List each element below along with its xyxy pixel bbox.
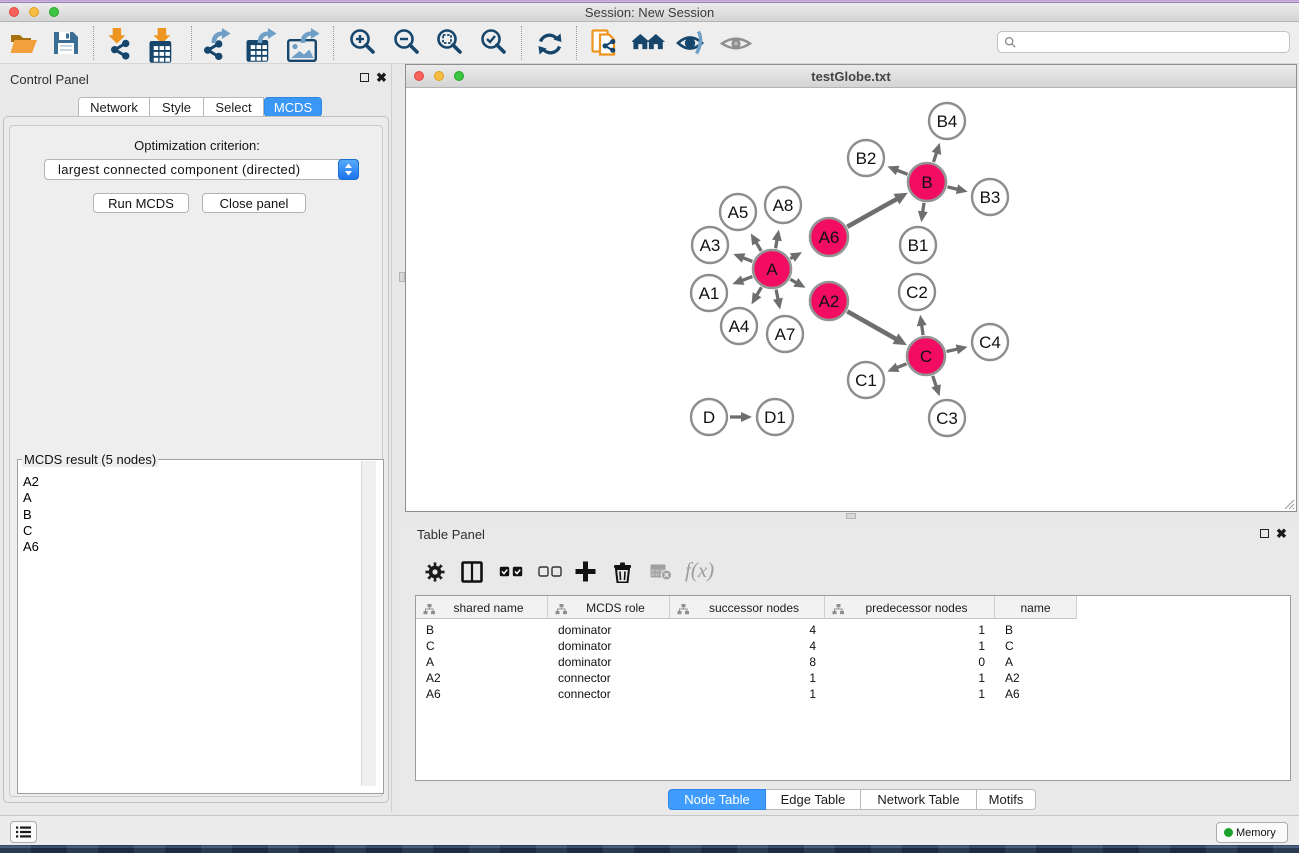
svg-text:A: A [766,260,778,279]
svg-text:A3: A3 [700,236,721,255]
svg-text:A4: A4 [729,317,750,336]
svg-text:A6: A6 [819,228,840,247]
svg-text:C: C [920,347,932,366]
svg-text:A5: A5 [728,203,749,222]
svg-text:A7: A7 [775,325,796,344]
svg-text:C1: C1 [855,371,877,390]
svg-text:C3: C3 [936,409,958,428]
svg-text:A8: A8 [773,196,794,215]
svg-text:B3: B3 [980,188,1001,207]
svg-text:B2: B2 [856,149,877,168]
svg-text:D: D [703,408,715,427]
svg-text:B: B [921,173,932,192]
svg-text:B4: B4 [937,112,958,131]
svg-text:C4: C4 [979,333,1001,352]
svg-text:A2: A2 [819,292,840,311]
svg-text:B1: B1 [908,236,929,255]
svg-text:C2: C2 [906,283,928,302]
svg-text:D1: D1 [764,408,786,427]
svg-text:A1: A1 [699,284,720,303]
